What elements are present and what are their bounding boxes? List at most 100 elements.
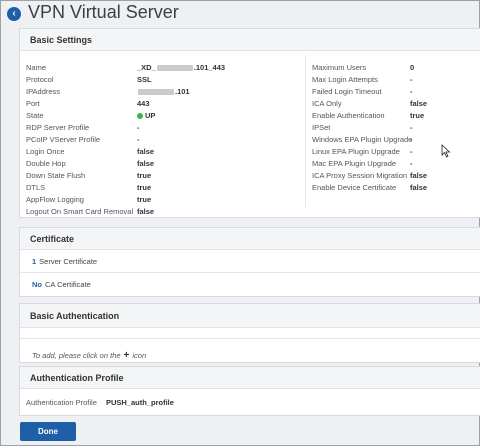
- maximum-users-label: Maximum Users: [312, 62, 367, 72]
- authentication-profile-value: PUSH_auth_profile: [106, 398, 174, 407]
- login-once-row: Login Once false: [26, 145, 300, 157]
- state-row: State UP: [26, 109, 300, 121]
- windows-epa-row: Windows EPA Plugin Upgrade -: [306, 133, 480, 145]
- mac-epa-value: -: [410, 158, 413, 168]
- down-state-flush-label: Down State Flush: [26, 170, 86, 180]
- double-hop-value: false: [137, 158, 155, 168]
- mac-epa-label: Mac EPA Plugin Upgrade: [312, 158, 397, 168]
- redacted-block: [138, 88, 174, 95]
- down-state-flush-value: true: [137, 170, 152, 180]
- ica-proxy-session-migration-row: ICA Proxy Session Migration false: [306, 169, 480, 181]
- certificate-panel: Certificate 1 Server Certificate No CA C…: [19, 227, 480, 297]
- enable-device-certificate-value: false: [410, 182, 428, 192]
- certificate-header: Certificate: [20, 228, 480, 250]
- ica-proxy-session-migration-value: false: [410, 170, 428, 180]
- enable-authentication-row: Enable Authentication true: [306, 109, 480, 121]
- authentication-profile-row: Authentication Profile PUSH_auth_profile: [20, 389, 480, 416]
- linux-epa-row: Linux EPA Plugin Upgrade -: [306, 145, 480, 157]
- down-state-flush-row: Down State Flush true: [26, 169, 300, 181]
- appflow-logging-label: AppFlow Logging: [26, 194, 84, 204]
- ica-proxy-session-migration-label: ICA Proxy Session Migration: [312, 170, 408, 180]
- back-arrow-icon[interactable]: ‹: [7, 7, 21, 21]
- basic-authentication-panel: Basic Authentication To add, please clic…: [19, 303, 480, 363]
- pcoip-vserver-profile-row: PCoIP VServer Profile -: [26, 133, 300, 145]
- name-row: Name _XD_ .101_443: [26, 61, 300, 73]
- authentication-profile-header: Authentication Profile: [20, 367, 480, 389]
- dtls-value: true: [137, 182, 152, 192]
- logout-smart-card-row: Logout On Smart Card Removal false: [26, 205, 300, 217]
- double-hop-label: Double Hop: [26, 158, 66, 168]
- ipset-label: IPSet: [312, 122, 331, 132]
- login-once-label: Login Once: [26, 146, 65, 156]
- ipset-row: IPSet -: [306, 121, 480, 133]
- enable-device-certificate-row: Enable Device Certificate false: [306, 181, 480, 193]
- rdp-server-profile-label: RDP Server Profile: [26, 122, 90, 132]
- port-row: Port 443: [26, 97, 300, 109]
- basic-settings-header: Basic Settings: [20, 29, 480, 51]
- enable-authentication-value: true: [410, 110, 425, 120]
- double-hop-row: Double Hop false: [26, 157, 300, 169]
- state-label: State: [26, 110, 44, 120]
- name-label: Name: [26, 62, 47, 72]
- done-button[interactable]: Done: [20, 422, 76, 441]
- pcoip-vserver-profile-label: PCoIP VServer Profile: [26, 134, 101, 144]
- mouse-cursor-icon: [441, 144, 451, 158]
- ca-certificate-label: CA Certificate: [45, 280, 91, 289]
- state-value: UP: [137, 111, 155, 120]
- login-once-value: false: [137, 146, 155, 156]
- basic-settings-panel: Basic Settings Name _XD_ .101_443 Protoco…: [19, 28, 480, 218]
- port-label: Port: [26, 98, 40, 108]
- max-login-attempts-value: -: [410, 74, 413, 84]
- ica-only-row: ICA Only false: [306, 97, 480, 109]
- server-certificate-count[interactable]: 1: [32, 257, 36, 266]
- max-login-attempts-label: Max Login Attempts: [312, 74, 378, 84]
- protocol-value: SSL: [137, 74, 152, 84]
- page-header: ‹ VPN Virtual Server: [1, 1, 479, 27]
- server-certificate-label: Server Certificate: [39, 256, 98, 266]
- enable-device-certificate-label: Enable Device Certificate: [312, 182, 397, 192]
- dtls-label: DTLS: [26, 182, 46, 192]
- ipaddress-row: IPAddress .101: [26, 85, 300, 97]
- ipaddress-label: IPAddress: [26, 86, 61, 96]
- ca-certificate-count[interactable]: No: [32, 280, 42, 289]
- max-login-attempts-row: Max Login Attempts -: [306, 73, 480, 85]
- basic-settings-right-column: Maximum Users 0 Max Login Attempts - Fai…: [305, 55, 480, 207]
- basic-settings-left-column: Name _XD_ .101_443 Protocol SSL IPAddress…: [26, 61, 300, 217]
- ica-only-label: ICA Only: [312, 98, 342, 108]
- basic-authentication-header: Basic Authentication: [20, 304, 480, 328]
- failed-login-timeout-row: Failed Login Timeout -: [306, 85, 480, 97]
- failed-login-timeout-label: Failed Login Timeout: [312, 86, 382, 96]
- enable-authentication-label: Enable Authentication: [312, 110, 385, 120]
- logout-smart-card-value: false: [137, 206, 155, 216]
- port-value: 443: [137, 98, 150, 108]
- windows-epa-value: -: [410, 134, 413, 144]
- plus-icon[interactable]: +: [124, 350, 130, 361]
- dtls-row: DTLS true: [26, 181, 300, 193]
- hint-text-after: icon: [132, 351, 147, 360]
- hint-text-before: To add, please click on the: [32, 351, 121, 360]
- ipaddress-value: .101: [137, 87, 190, 96]
- authentication-profile-panel: Authentication Profile Authentication Pr…: [19, 366, 480, 416]
- status-up-icon: [137, 112, 143, 119]
- protocol-row: Protocol SSL: [26, 73, 300, 85]
- page-title: VPN Virtual Server: [28, 2, 179, 22]
- pcoip-vserver-profile-value: -: [137, 134, 140, 144]
- rdp-server-profile-value: -: [137, 122, 140, 132]
- appflow-logging-value: true: [137, 194, 152, 204]
- windows-epa-label: Windows EPA Plugin Upgrade: [312, 134, 413, 144]
- ca-certificate-row[interactable]: No CA Certificate: [20, 273, 480, 296]
- server-certificate-row[interactable]: 1 Server Certificate: [20, 250, 480, 273]
- failed-login-timeout-value: -: [410, 86, 413, 96]
- rdp-server-profile-row: RDP Server Profile -: [26, 121, 300, 133]
- protocol-label: Protocol: [26, 74, 54, 84]
- appflow-logging-row: AppFlow Logging true: [26, 193, 300, 205]
- maximum-users-value: 0: [410, 62, 415, 72]
- ica-only-value: false: [410, 98, 428, 108]
- maximum-users-row: Maximum Users 0: [306, 61, 480, 73]
- logout-smart-card-label: Logout On Smart Card Removal: [26, 206, 134, 216]
- mac-epa-row: Mac EPA Plugin Upgrade -: [306, 157, 480, 169]
- authentication-profile-label: Authentication Profile: [26, 398, 97, 407]
- redacted-block: [156, 64, 193, 71]
- ipset-value: -: [410, 122, 413, 132]
- linux-epa-label: Linux EPA Plugin Upgrade: [312, 146, 400, 156]
